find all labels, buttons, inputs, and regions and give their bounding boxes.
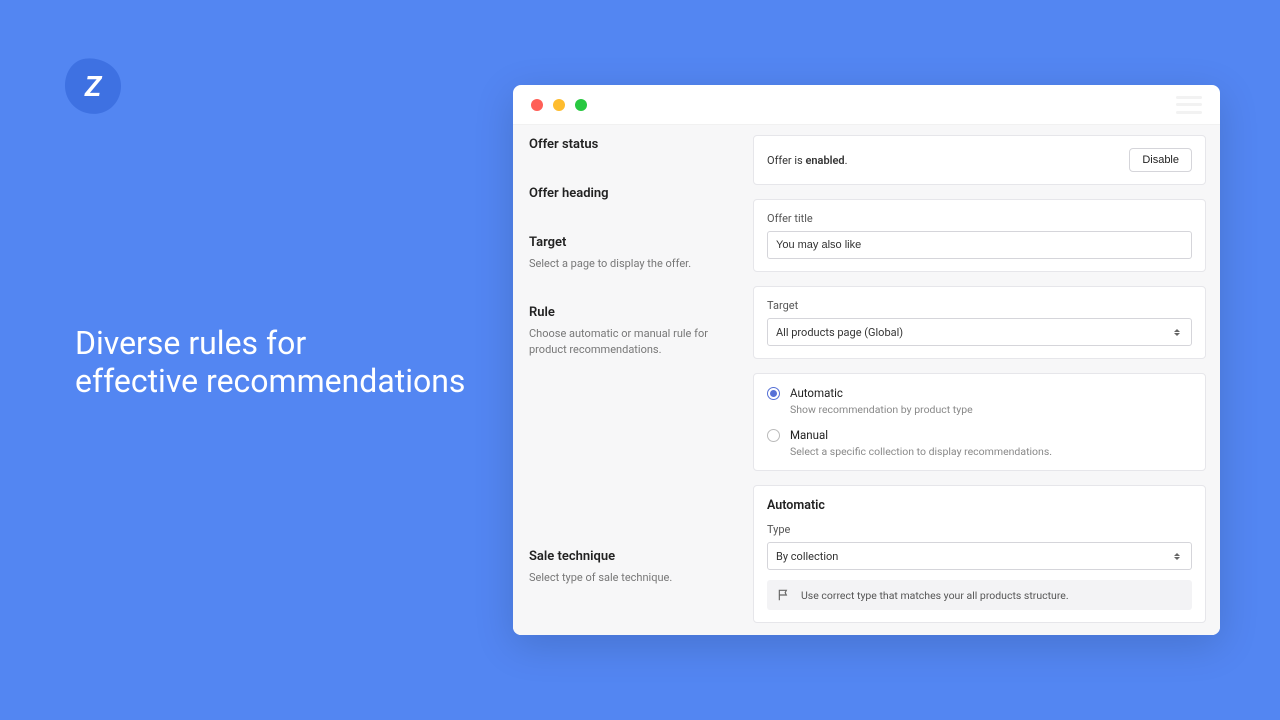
status-prefix: Offer is	[767, 154, 805, 167]
left-spacer	[529, 391, 737, 549]
rule-card: Automatic Show recommendation by product…	[753, 373, 1206, 471]
settings-content: Offer status Offer heading Target Select…	[513, 125, 1220, 635]
offer-status-text: Offer is enabled.	[767, 154, 848, 167]
section-label: Target	[529, 235, 737, 250]
section-header-sale-technique: Sale technique Select type of sale techn…	[529, 549, 737, 585]
section-header-offer-status: Offer status	[529, 137, 737, 152]
menu-icon[interactable]	[1176, 96, 1202, 114]
settings-right-column: Offer is enabled. Disable Offer title Ta…	[753, 125, 1220, 635]
flag-icon	[777, 588, 791, 602]
section-header-target: Target Select a page to display the offe…	[529, 235, 737, 271]
settings-left-column: Offer status Offer heading Target Select…	[513, 125, 753, 635]
offer-status-card: Offer is enabled. Disable	[753, 135, 1206, 185]
section-label: Offer heading	[529, 186, 737, 201]
rule-option-automatic[interactable]: Automatic Show recommendation by product…	[767, 386, 1192, 416]
radio-icon	[767, 387, 780, 400]
rule-automatic-label: Automatic	[790, 386, 973, 400]
zoom-window-button[interactable]	[575, 99, 587, 111]
section-header-rule: Rule Choose automatic or manual rule for…	[529, 305, 737, 357]
disable-offer-button[interactable]: Disable	[1129, 148, 1192, 172]
target-select[interactable]: All products page (Global)	[767, 318, 1192, 346]
minimize-window-button[interactable]	[553, 99, 565, 111]
hero-headline: Diverse rules for effective recommendati…	[75, 324, 465, 401]
section-sub: Select type of sale technique.	[529, 570, 737, 585]
logo-letter: Z	[65, 58, 121, 114]
section-sub: Choose automatic or manual rule for prod…	[529, 326, 737, 357]
app-logo: Z	[65, 58, 121, 114]
automatic-type-hint: Use correct type that matches your all p…	[767, 580, 1192, 610]
radio-icon	[767, 429, 780, 442]
target-select-value: All products page (Global)	[776, 326, 903, 339]
hero-line-2: effective recommendations	[75, 362, 465, 400]
window-titlebar	[513, 85, 1220, 125]
automatic-type-label: Type	[767, 523, 1192, 536]
status-suffix: .	[845, 154, 848, 167]
offer-title-label: Offer title	[767, 212, 1192, 225]
target-label: Target	[767, 299, 1192, 312]
offer-title-input[interactable]	[767, 231, 1192, 259]
section-label: Rule	[529, 305, 737, 320]
automatic-type-select[interactable]: By collection	[767, 542, 1192, 570]
app-window: Offer status Offer heading Target Select…	[513, 85, 1220, 635]
select-updown-icon	[1171, 553, 1183, 560]
automatic-settings-card: Automatic Type By collection Use correct…	[753, 485, 1206, 623]
offer-heading-card: Offer title	[753, 199, 1206, 272]
rule-manual-desc: Select a specific collection to display …	[790, 445, 1052, 458]
section-label: Sale technique	[529, 549, 737, 564]
automatic-card-title: Automatic	[767, 498, 1192, 513]
section-header-offer-heading: Offer heading	[529, 186, 737, 201]
select-updown-icon	[1171, 329, 1183, 336]
section-label: Offer status	[529, 137, 737, 152]
status-value: enabled	[805, 154, 844, 167]
hero-line-1: Diverse rules for	[75, 324, 465, 362]
section-sub: Select a page to display the offer.	[529, 256, 737, 271]
close-window-button[interactable]	[531, 99, 543, 111]
rule-option-manual[interactable]: Manual Select a specific collection to d…	[767, 428, 1192, 458]
automatic-type-value: By collection	[776, 550, 838, 563]
hint-text: Use correct type that matches your all p…	[801, 589, 1069, 602]
rule-automatic-desc: Show recommendation by product type	[790, 403, 973, 416]
rule-manual-label: Manual	[790, 428, 1052, 442]
target-card: Target All products page (Global)	[753, 286, 1206, 359]
